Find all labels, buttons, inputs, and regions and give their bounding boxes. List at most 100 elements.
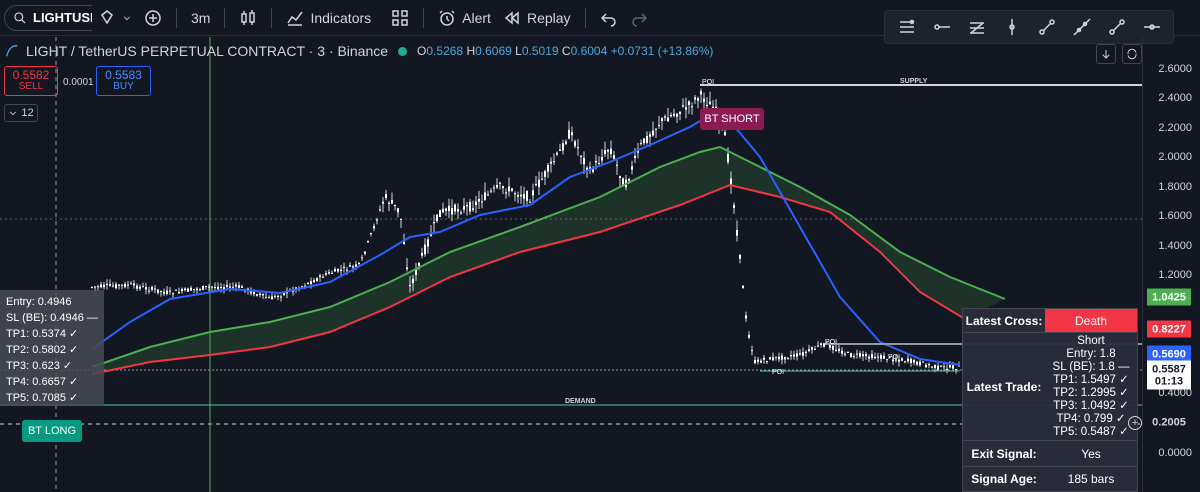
candle-body — [733, 204, 735, 208]
candle-body — [880, 355, 882, 359]
long-tp3: TP3: 0.623 ✓ — [6, 360, 73, 372]
long-entry: Entry: 0.4946 — [6, 296, 72, 308]
ma-band-fills — [92, 147, 1005, 374]
price-axis[interactable]: 2.6000 2.4000 2.2000 2.0000 1.8000 1.6000 1.40… — [1142, 37, 1200, 492]
candle-body — [928, 364, 930, 366]
candle-body — [910, 358, 912, 363]
candle-body — [226, 284, 228, 287]
candle-body — [499, 182, 501, 184]
candle-body — [934, 364, 936, 368]
toolbar-divider — [271, 7, 273, 28]
candle-body — [724, 132, 726, 136]
candle-body — [697, 98, 699, 101]
candle-body — [538, 179, 540, 187]
sell-button[interactable]: 0.5582 SELL — [4, 66, 58, 96]
sell-label: SELL — [18, 81, 44, 92]
scroll-down-button[interactable] — [1096, 44, 1116, 64]
candle-body — [619, 176, 621, 178]
candle-body — [766, 361, 768, 363]
poi-label: POI — [888, 354, 900, 361]
candle-body — [424, 244, 426, 255]
candle-body — [259, 293, 261, 295]
grid-icon — [392, 9, 408, 26]
candle-body — [580, 155, 582, 157]
candle-body — [856, 353, 858, 355]
candle-body — [442, 208, 444, 213]
toolbar-divider — [423, 7, 425, 28]
trade-tp1: TP1: 1.5497 ✓ — [1053, 373, 1129, 386]
candle-body — [736, 230, 738, 236]
candle-body — [562, 143, 564, 151]
chart-type-button[interactable] — [233, 4, 263, 32]
arrow-down-icon — [1102, 50, 1110, 59]
candle-body — [478, 198, 480, 202]
candle-body — [511, 188, 513, 191]
market-status-dot — [398, 46, 408, 56]
interval-button[interactable]: 3m — [185, 4, 216, 32]
candle-body — [799, 353, 801, 355]
candle-body — [346, 269, 348, 271]
candle-body — [931, 366, 933, 368]
candle-body — [571, 132, 573, 136]
candle-body — [265, 297, 267, 299]
exit-signal-row: Exit Signal: Yes — [963, 441, 1137, 467]
candle-body — [874, 356, 876, 359]
candle-body — [565, 141, 567, 144]
candle-body — [820, 343, 822, 345]
candle-body — [457, 209, 459, 212]
candle-body — [349, 265, 351, 267]
diamond-icon — [101, 9, 113, 24]
redo-button[interactable] — [624, 4, 654, 32]
candle-body — [628, 178, 630, 181]
candle-body — [574, 141, 576, 147]
candle-body — [796, 353, 798, 357]
candle-body — [97, 286, 99, 288]
candle-body — [157, 289, 159, 293]
candle-body — [817, 345, 819, 347]
add-plus-button[interactable]: + — [1128, 416, 1142, 430]
candle-body — [112, 285, 114, 287]
compare-symbol-button[interactable] — [138, 4, 168, 32]
candle-body — [340, 269, 342, 271]
symbol-badge-button[interactable] — [92, 3, 138, 32]
indicators-button[interactable]: Indicators — [280, 4, 377, 32]
candle-body — [757, 359, 759, 362]
latest-cross-row: Latest Cross: Death — [963, 309, 1137, 333]
candle-body — [103, 284, 105, 288]
indicator-collapse-button[interactable]: 12 — [4, 104, 38, 122]
change-value: +0.0731 (+13.86%) — [610, 44, 714, 58]
layouts-button[interactable] — [385, 4, 415, 32]
candle-body — [355, 264, 357, 267]
candle-body — [673, 113, 675, 116]
replay-label: Replay — [526, 9, 571, 26]
chart-title: LIGHT / TetherUS PERPETUAL CONTRACT · 3 … — [26, 43, 389, 59]
candle-body — [133, 283, 135, 286]
candle-body — [166, 290, 168, 294]
alert-button[interactable]: Alert — [432, 4, 497, 32]
candle-body — [454, 204, 456, 212]
candle-body — [178, 291, 180, 294]
candle-body — [847, 352, 849, 354]
symbol-logo-icon — [6, 45, 18, 57]
candle-body — [445, 208, 447, 211]
reset-chart-button[interactable] — [1122, 44, 1142, 64]
undo-button[interactable] — [594, 4, 624, 32]
candle-body — [232, 286, 234, 288]
candle-body — [319, 275, 321, 277]
candle-body — [199, 289, 201, 291]
latest-trade-row: Latest Trade: Short Entry: 1.8 SL (BE): … — [963, 333, 1137, 441]
candle-body — [451, 208, 453, 215]
candle-body — [664, 116, 666, 118]
candle-body — [553, 161, 555, 163]
open-value: 0.5268 — [426, 44, 464, 58]
poi-label: POI — [702, 79, 714, 86]
buy-button[interactable]: 0.5583 BUY — [96, 66, 151, 96]
candle-body — [649, 134, 651, 137]
candle-body — [784, 356, 786, 360]
long-tp4: TP4: 0.6657 ✓ — [6, 376, 79, 388]
replay-button[interactable]: Replay — [497, 4, 577, 32]
candle-body — [745, 315, 747, 319]
candle-body — [397, 208, 399, 213]
candle-body — [655, 128, 657, 130]
candle-body — [760, 360, 762, 363]
